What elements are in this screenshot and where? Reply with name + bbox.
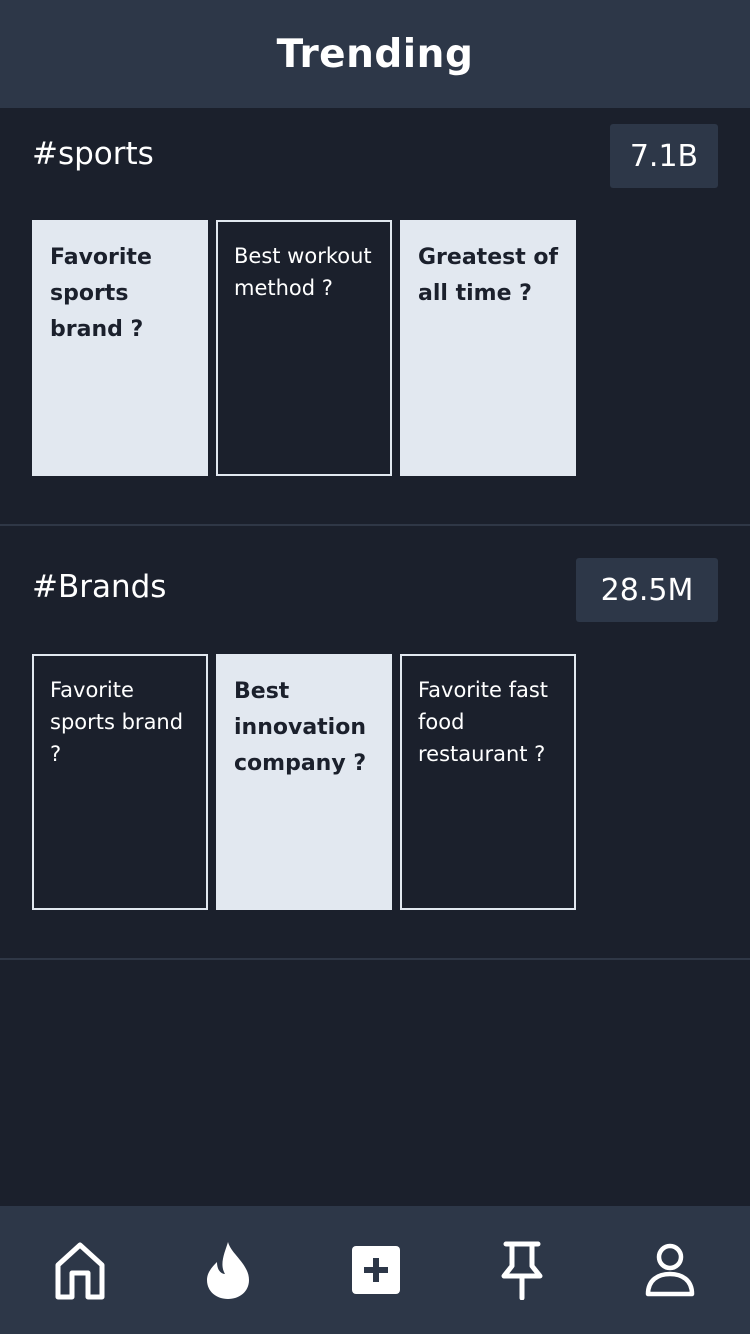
page-title: Trending <box>276 31 474 77</box>
card-row: Favorite sports brand ? Best workout met… <box>32 220 576 476</box>
topic-card[interactable]: Favorite fast food restaurant ? <box>400 654 576 910</box>
topic-card[interactable]: Greatest of all time ? <box>400 220 576 476</box>
top-bar: Trending <box>0 0 750 108</box>
card-row: Favorite sports brand ? Best innovation … <box>32 654 576 910</box>
flame-icon <box>207 1242 249 1299</box>
nav-trending-button[interactable] <box>196 1238 260 1302</box>
nav-add-button[interactable] <box>344 1238 408 1302</box>
topic-card[interactable]: Best innovation company ? <box>216 654 392 910</box>
topic-card[interactable]: Favorite sports brand ? <box>32 220 208 476</box>
nav-home-button[interactable] <box>48 1238 112 1302</box>
section-divider <box>0 958 750 960</box>
nav-pinned-button[interactable] <box>490 1238 554 1302</box>
bottom-nav <box>0 1206 750 1334</box>
topic-card[interactable]: Best workout method ? <box>216 220 392 476</box>
user-icon <box>645 1243 695 1297</box>
home-icon <box>55 1242 105 1300</box>
count-badge: 7.1B <box>610 124 718 188</box>
count-badge: 28.5M <box>576 558 718 622</box>
plus-square-icon <box>352 1246 400 1294</box>
hashtag-label[interactable]: #Brands <box>32 569 166 605</box>
topic-card[interactable]: Favorite sports brand ? <box>32 654 208 910</box>
nav-profile-button[interactable] <box>638 1238 702 1302</box>
hashtag-label[interactable]: #sports <box>32 136 154 172</box>
section-divider <box>0 524 750 526</box>
pin-icon <box>501 1241 543 1300</box>
